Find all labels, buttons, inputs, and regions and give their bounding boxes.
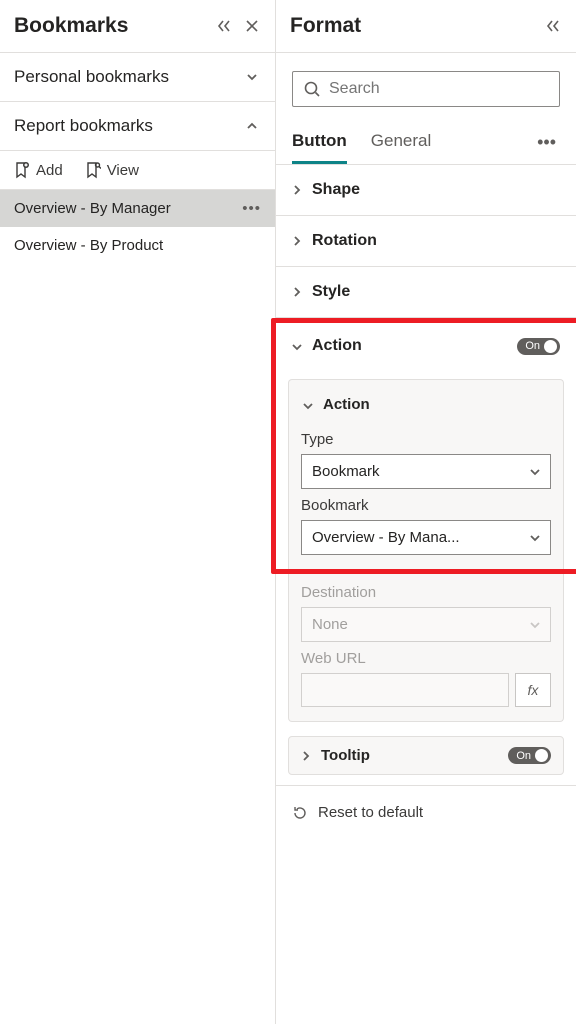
add-bookmark-button[interactable]: Add: [14, 161, 63, 179]
bookmark-value: Overview - By Mana...: [312, 529, 460, 546]
bookmark-item[interactable]: Overview - By Manager •••: [0, 190, 275, 227]
collapse-icon[interactable]: [544, 17, 562, 35]
section-rotation-label: Rotation: [312, 232, 377, 250]
section-style[interactable]: Style: [276, 267, 576, 318]
type-label: Type: [301, 431, 551, 448]
section-rotation[interactable]: Rotation: [276, 216, 576, 267]
bookmarks-panel-header: Bookmarks: [0, 0, 275, 53]
type-value: Bookmark: [312, 463, 380, 480]
weburl-input: [301, 673, 509, 707]
close-icon[interactable]: [243, 17, 261, 35]
action-card-title: Action: [323, 396, 370, 413]
chevron-up-icon: [243, 117, 261, 135]
action-card-header[interactable]: Action: [301, 390, 551, 423]
section-tooltip[interactable]: Tooltip On: [288, 736, 564, 775]
bookmarks-panel: Bookmarks Personal bookmarks Report book…: [0, 0, 276, 1024]
reset-label: Reset to default: [318, 804, 423, 821]
tab-general[interactable]: General: [371, 121, 431, 164]
chevron-down-icon: [530, 620, 540, 630]
bookmarks-toolbar: Add View: [0, 151, 275, 190]
reset-icon: [292, 805, 308, 821]
destination-value: None: [312, 616, 348, 633]
section-style-label: Style: [312, 283, 350, 301]
bookmark-view-icon: [85, 161, 101, 179]
chevron-right-icon: [292, 236, 304, 246]
format-header-icons: [544, 17, 562, 35]
chevron-right-icon: [292, 287, 304, 297]
action-toggle[interactable]: On: [517, 338, 560, 355]
bookmark-select[interactable]: Overview - By Mana...: [301, 520, 551, 555]
section-action-header[interactable]: Action On: [276, 323, 576, 369]
view-bookmark-button[interactable]: View: [85, 161, 139, 179]
format-title: Format: [290, 14, 361, 38]
bookmark-item-label: Overview - By Product: [14, 237, 163, 254]
destination-select: None: [301, 607, 551, 642]
section-action-label: Action: [312, 337, 362, 355]
search-input[interactable]: [329, 80, 549, 98]
fx-label: fx: [528, 682, 539, 698]
type-select[interactable]: Bookmark: [301, 454, 551, 489]
chevron-down-icon: [530, 467, 540, 477]
toggle-knob: [544, 340, 557, 353]
action-card-continued: Destination None Web URL fx: [288, 574, 564, 722]
add-label: Add: [36, 162, 63, 179]
tooltip-toggle[interactable]: On: [508, 747, 551, 764]
format-panel: Format Button General •••: [276, 0, 576, 1024]
toggle-on-label: On: [516, 750, 531, 762]
section-shape[interactable]: Shape: [276, 165, 576, 216]
section-shape-label: Shape: [312, 181, 360, 199]
chevron-down-icon: [243, 68, 261, 86]
action-card: Action Type Bookmark Bookmark Overview -…: [288, 379, 564, 569]
personal-bookmarks-label: Personal bookmarks: [14, 67, 169, 87]
collapse-icon[interactable]: [215, 17, 233, 35]
reset-to-default-button[interactable]: Reset to default: [276, 785, 576, 839]
report-bookmarks-label: Report bookmarks: [14, 116, 153, 136]
personal-bookmarks-section[interactable]: Personal bookmarks: [0, 53, 275, 102]
more-options-icon[interactable]: •••: [537, 132, 560, 153]
action-highlight: Action On Action Type Bookmark Book: [271, 318, 576, 574]
format-panel-header: Format: [276, 0, 576, 53]
toggle-knob: [535, 749, 548, 762]
bookmark-label: Bookmark: [301, 497, 551, 514]
weburl-label: Web URL: [301, 650, 551, 667]
bookmark-add-icon: [14, 161, 30, 179]
bookmark-item[interactable]: Overview - By Product: [0, 227, 275, 264]
chevron-down-icon: [530, 533, 540, 543]
bookmark-item-label: Overview - By Manager: [14, 200, 171, 217]
weburl-row: fx: [301, 673, 551, 707]
search-box[interactable]: [292, 71, 560, 107]
toggle-on-label: On: [525, 340, 540, 352]
fx-button[interactable]: fx: [515, 673, 551, 707]
search-container: [276, 53, 576, 113]
tab-button[interactable]: Button: [292, 121, 347, 164]
bookmarks-title: Bookmarks: [14, 14, 128, 38]
bookmarks-header-icons: [215, 17, 261, 35]
tooltip-label: Tooltip: [321, 747, 370, 764]
tabs-row: Button General •••: [276, 113, 576, 165]
chevron-down-icon: [292, 342, 304, 352]
more-options-icon[interactable]: •••: [242, 200, 261, 217]
view-label: View: [107, 162, 139, 179]
chevron-down-icon: [303, 401, 315, 411]
chevron-right-icon: [292, 185, 304, 195]
search-icon: [303, 80, 321, 98]
destination-label: Destination: [301, 584, 551, 601]
chevron-right-icon: [301, 751, 313, 761]
report-bookmarks-section[interactable]: Report bookmarks: [0, 102, 275, 151]
